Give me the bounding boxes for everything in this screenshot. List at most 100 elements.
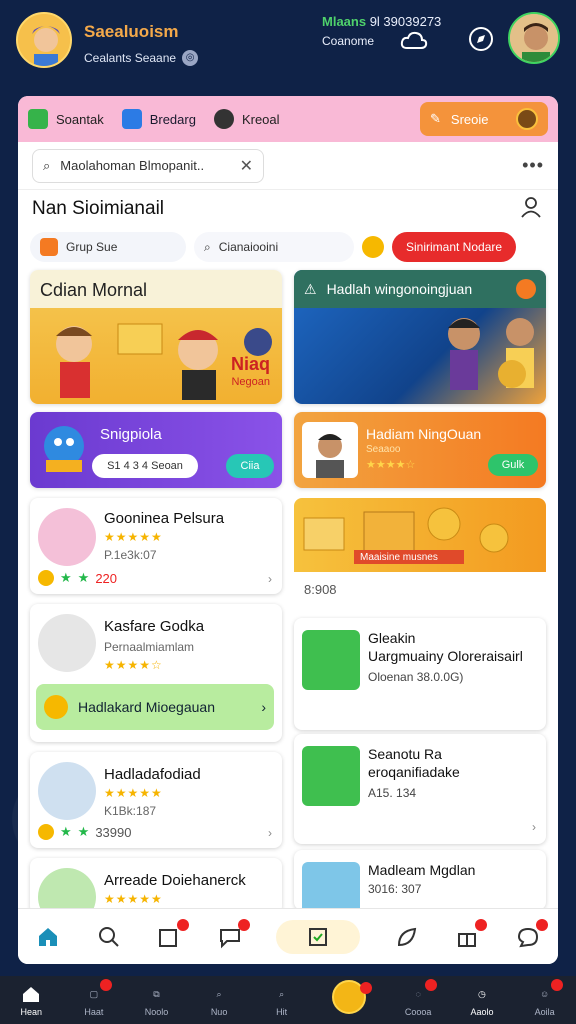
list-item[interactable]: Gooninea Pelsura ★★★★★ P.1e3k:07 ★ ★ 220 › [30,498,282,594]
top-status-value: 9l 39039273 [369,14,442,29]
list-item[interactable]: Hadladafodiad ★★★★★ K1Bk:187 ★ ★ 33990 › [30,752,282,848]
card-title: Snigpiola [100,426,162,443]
nav-coin[interactable] [332,980,373,1014]
more-options-icon[interactable]: ••• [522,155,544,176]
top-status-sub: Coanome [322,34,375,48]
action-bar[interactable]: Hadlakard Mioegauan › [36,684,274,730]
card-illustration [448,318,534,390]
nav-home[interactable]: Hean [19,983,43,1017]
tab-label: Kreoal [241,111,280,127]
compass-icon[interactable] [468,26,494,52]
chip-search[interactable]: ⌕ Cianaiooini [194,232,354,262]
cloud-sync-icon[interactable] [400,30,428,50]
reward-thumbnail [302,630,360,690]
tab-cta-button[interactable]: ✎ Sreoie [420,102,548,136]
feature-card-2[interactable]: ⚠ Hadlah wingonoingjuan [294,270,546,404]
list-item-stats: ★ ★ 33990 [38,824,131,840]
reward-sub: eroqanifiadake [368,764,460,780]
notification-badge [550,979,563,991]
list-item-name: Kasfare Godka [104,618,205,635]
reward-meta: A15. 134 [368,786,417,800]
search-icon[interactable] [95,923,123,951]
message-icon[interactable] [514,918,548,951]
list-item[interactable]: Kasfare Godka Pernaalmiamlam ★★★★☆ Hadla… [30,604,282,742]
reward-sub: Uargmuainy Oloreraisairl [368,648,523,664]
list-item[interactable]: Arreade Doiehanerck ★★★★★ [30,858,282,914]
chip-group[interactable]: Grup Sue [30,232,186,262]
shield-icon [213,109,234,129]
card-sub: Seaaoo [366,444,401,455]
tab-soantak[interactable]: Soantak [28,109,104,129]
user-avatar[interactable] [16,12,72,68]
tab-bredarg[interactable]: Bredarg [121,109,196,129]
tab-cta-label: Sreoie [450,111,489,127]
nav-label: Coooa [404,1007,432,1017]
reward-item[interactable]: Gleakin Uargmuainy Oloreraisairl Oloenan… [294,618,546,730]
gold-banner-text: Maaisine musnes [360,552,438,563]
list-item-sub: K1Bk:187 [104,804,157,818]
reward-item[interactable]: Seanotu Ra eroqanifiadake A15. 134 › [294,734,546,844]
card-button[interactable]: Ciia [226,454,274,478]
notification-badge [360,982,373,994]
promo-card-purple[interactable]: Snigpiola S1 4 3 4 Seoan Ciia [30,412,282,488]
tasks-icon[interactable] [276,919,361,954]
tab-label: Bredarg [149,111,196,127]
reward-meta: 3016: 307 [368,882,422,896]
card-button[interactable]: Gulk [488,454,538,476]
promo-card-orange[interactable]: Hadiam NingOuan Seaaoo ★★★★☆ Gulk [294,412,546,488]
tab-kreoal[interactable]: Kreoal [213,109,280,129]
profile-icon[interactable] [520,196,542,218]
reward-meta: Oloenan 38.0.0G) [368,670,464,684]
nav-aaolo[interactable]: ◷ Aaolo [470,983,494,1018]
notification-badge [535,918,548,931]
chevron-right-icon[interactable]: › [268,826,272,840]
rating-stars: ★★★★★ [104,786,163,800]
chevron-right-icon: › [261,699,266,715]
list-item-sub: Pernaalmiamlam [104,640,195,654]
friend-avatar[interactable] [508,12,560,64]
star-icon: ★ [60,570,72,585]
search-icon: ⌕ [204,239,211,254]
chat-icon[interactable] [216,918,250,951]
card-badge: Niaq [230,354,270,374]
plus-icon[interactable] [516,279,536,299]
search-input[interactable]: ⌕ Maolahoman Blmopanit.. ✕ [32,148,264,183]
avatar [38,762,96,820]
leaf-icon[interactable] [393,923,421,951]
home-icon[interactable] [34,923,62,951]
chevron-right-icon[interactable]: › [532,820,536,834]
nav-profile[interactable]: ☺ Aoila [533,979,563,1017]
nav-coooa[interactable]: ◌ Coooa [404,979,438,1017]
nav-label: Noolo [144,1007,169,1017]
info-icon[interactable]: ◎ [182,50,199,66]
chip-notify[interactable]: Sinirimant Nodare [392,232,517,262]
search-value: Maolahoman Blmopanit.. [60,158,205,173]
feature-card-1[interactable]: Cdian Mornal Niaq Negoan [30,270,282,404]
list-item-name: Hadladafodiad [104,766,201,783]
list-item-sub: P.1e3k:07 [104,548,157,562]
card-title: Cdian Mornal [40,280,148,300]
avatar [38,508,96,566]
card-title: Hadiam NingOuan [366,426,482,442]
search-icon: ⌕ [216,988,222,999]
nav-nuo[interactable]: ⌕ Nuo [207,983,231,1018]
list-item-name: Gooninea Pelsura [104,510,225,527]
clear-icon[interactable]: ✕ [240,156,253,176]
nav-noolo[interactable]: ⧉ Noolo [144,983,169,1018]
bag-icon: ⧉ [153,988,160,999]
nav-hit[interactable]: ⌕ Hit [270,983,294,1018]
edit-icon[interactable] [155,918,190,951]
rating-stars: ★★★★☆ [104,658,163,672]
panel-nav [18,908,558,964]
nav-haat[interactable]: ▢ Haat [82,979,112,1017]
list-item-points: 33990 [95,824,132,840]
reward-item[interactable]: Madleam Mgdlan 3016: 307 [294,850,546,910]
reward-thumbnail [302,862,360,910]
notification-badge [177,918,190,931]
nav-label: Aoila [534,1007,555,1017]
top-status-line: Mlaans 9l 39039273 [322,14,441,29]
chevron-right-icon[interactable]: › [268,572,272,586]
top-bar: Saealuoism Cealants Seaane ◎ Mlaans 9l 39… [0,0,576,90]
home-icon [40,238,58,256]
gift-icon[interactable] [453,918,488,951]
